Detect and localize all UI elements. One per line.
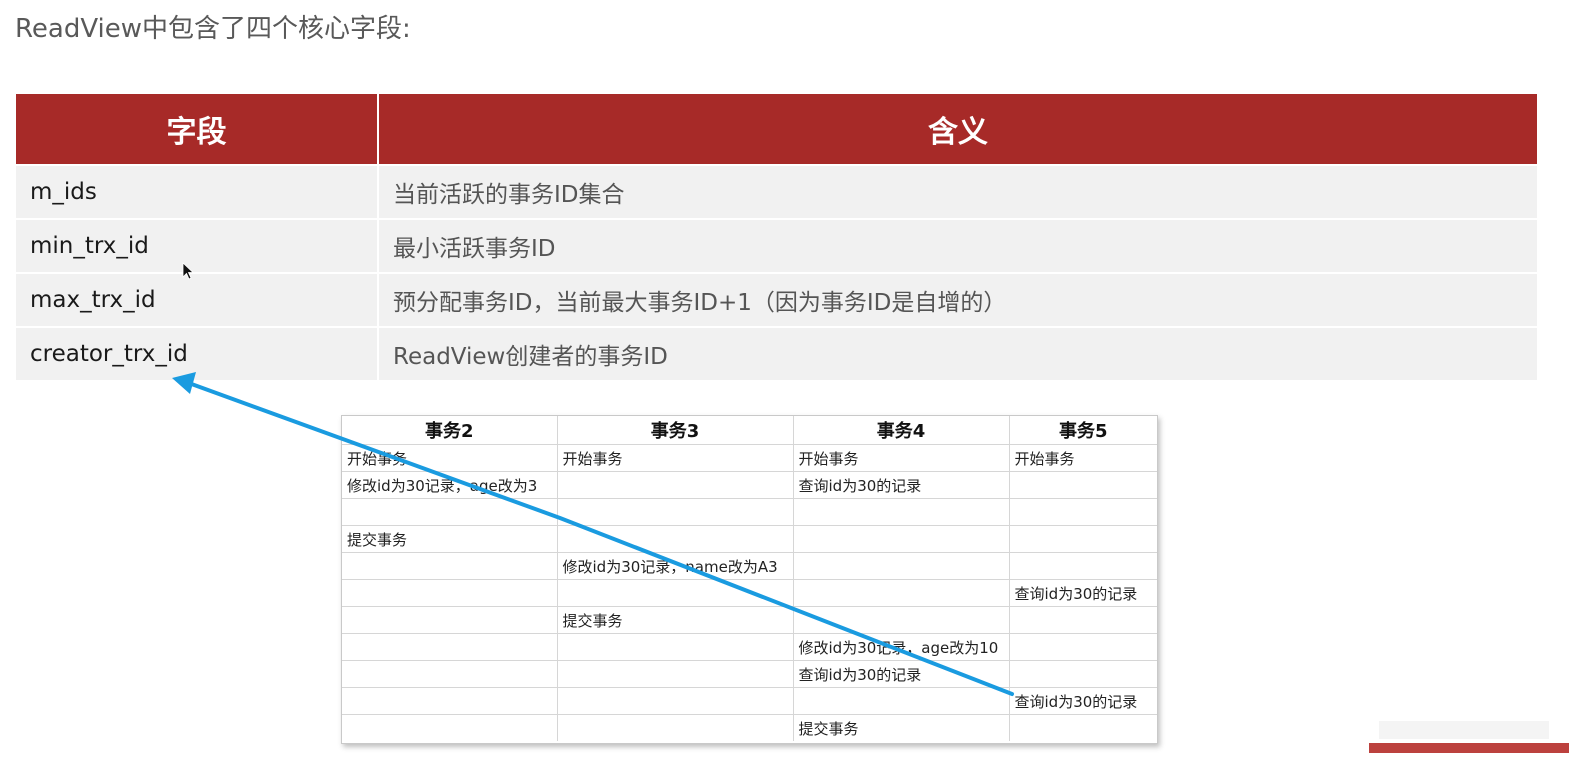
tx-cell: 修改id为30记录，age改为3 — [342, 471, 558, 499]
tx-cell — [1009, 660, 1157, 688]
page: ReadView中包含了四个核心字段: 字段 含义 m_ids 当前活跃的事务I… — [0, 0, 1583, 761]
header-tx3: 事务3 — [557, 416, 794, 445]
tx-cell — [557, 714, 794, 741]
tx-cell: 提交事务 — [342, 525, 558, 553]
watermark-logo-icon — [1369, 721, 1569, 753]
field-meaning: ReadView创建者的事务ID — [378, 326, 1537, 380]
field-meaning: 预分配事务ID，当前最大事务ID+1（因为事务ID是自增的） — [378, 272, 1537, 327]
tx-cell — [557, 498, 794, 526]
tx-cell — [1009, 714, 1157, 741]
tx-cell — [342, 660, 558, 688]
header-meaning: 含义 — [378, 94, 1537, 165]
tx-cell — [793, 525, 1010, 553]
tx-cell — [557, 471, 794, 499]
tx-cell — [342, 714, 558, 741]
tx-cell — [342, 687, 558, 715]
tx-cell — [342, 552, 558, 580]
tx-cell: 查询id为30的记录 — [1009, 687, 1157, 715]
tx-cell — [342, 633, 558, 661]
tx-cell — [342, 579, 558, 607]
tx-cell: 提交事务 — [557, 606, 794, 634]
tx-cell — [1009, 471, 1157, 499]
tx-cell: 开始事务 — [1009, 444, 1157, 472]
table-row: 开始事务 开始事务 开始事务 开始事务 — [342, 444, 1157, 472]
table-row: 修改id为30记录，name改为A3 — [342, 552, 1157, 580]
tx-cell: 修改id为30记录，name改为A3 — [557, 552, 794, 580]
tx-cell — [793, 579, 1010, 607]
tx-cell: 查询id为30的记录 — [793, 660, 1010, 688]
field-name: max_trx_id — [16, 272, 379, 327]
tx-cell — [342, 606, 558, 634]
table-row: 查询id为30的记录 — [342, 579, 1157, 607]
tx-cell — [793, 498, 1010, 526]
table-row: 查询id为30的记录 — [342, 660, 1157, 688]
tx-cell — [557, 525, 794, 553]
table-row: 查询id为30的记录 — [342, 687, 1157, 715]
tx-cell — [793, 552, 1010, 580]
tx-cell: 开始事务 — [557, 444, 794, 472]
tx-cell: 查询id为30的记录 — [793, 471, 1010, 499]
header-tx2: 事务2 — [342, 416, 558, 445]
field-meaning: 最小活跃事务ID — [378, 218, 1537, 273]
page-heading: ReadView中包含了四个核心字段: — [15, 14, 411, 44]
table-row — [342, 498, 1157, 526]
table-row: 提交事务 — [342, 606, 1157, 634]
tx-cell: 修改id为30记录，age改为10 — [793, 633, 1010, 661]
readview-header-row: 字段 含义 — [16, 94, 1537, 165]
tx-cell — [557, 660, 794, 688]
tx-cell — [793, 687, 1010, 715]
tx-cell — [557, 579, 794, 607]
tx-cell: 提交事务 — [793, 714, 1010, 741]
field-meaning: 当前活跃的事务ID集合 — [378, 164, 1537, 219]
readview-fields-table: 字段 含义 m_ids 当前活跃的事务ID集合 min_trx_id 最小活跃事… — [16, 94, 1537, 380]
table-row: 提交事务 — [342, 525, 1157, 553]
field-name: creator_trx_id — [16, 326, 379, 380]
field-name: min_trx_id — [16, 218, 379, 273]
tx-cell — [1009, 606, 1157, 634]
table-row: 修改id为30记录，age改为10 — [342, 633, 1157, 661]
tx-cell: 开始事务 — [342, 444, 558, 472]
tx-cell — [1009, 525, 1157, 553]
tx-cell: 查询id为30的记录 — [1009, 579, 1157, 607]
transaction-header-row: 事务2 事务3 事务4 事务5 — [342, 416, 1157, 445]
tx-cell — [342, 498, 558, 526]
header-field: 字段 — [16, 94, 379, 165]
tx-cell — [557, 633, 794, 661]
tx-cell — [793, 606, 1010, 634]
field-name: m_ids — [16, 164, 379, 219]
tx-cell — [1009, 633, 1157, 661]
tx-cell — [1009, 552, 1157, 580]
tx-cell — [1009, 498, 1157, 526]
table-row: 修改id为30记录，age改为3 查询id为30的记录 — [342, 471, 1157, 499]
table-row: 提交事务 — [342, 714, 1157, 741]
table-row: m_ids 当前活跃的事务ID集合 — [16, 164, 1537, 219]
table-row: max_trx_id 预分配事务ID，当前最大事务ID+1（因为事务ID是自增的… — [16, 272, 1537, 327]
tx-cell: 开始事务 — [793, 444, 1010, 472]
tx-cell — [557, 687, 794, 715]
table-row: creator_trx_id ReadView创建者的事务ID — [16, 326, 1537, 380]
header-tx4: 事务4 — [793, 416, 1010, 445]
mouse-cursor-icon — [182, 262, 195, 280]
header-tx5: 事务5 — [1058, 421, 1108, 442]
table-row: min_trx_id 最小活跃事务ID — [16, 218, 1537, 273]
transaction-table: 事务2 事务3 事务4 事务5 开始事务 开始事务 开始事务 开始事务 修改id… — [342, 416, 1157, 741]
transaction-sequence-table: 事务2 事务3 事务4 事务5 开始事务 开始事务 开始事务 开始事务 修改id… — [341, 415, 1158, 744]
